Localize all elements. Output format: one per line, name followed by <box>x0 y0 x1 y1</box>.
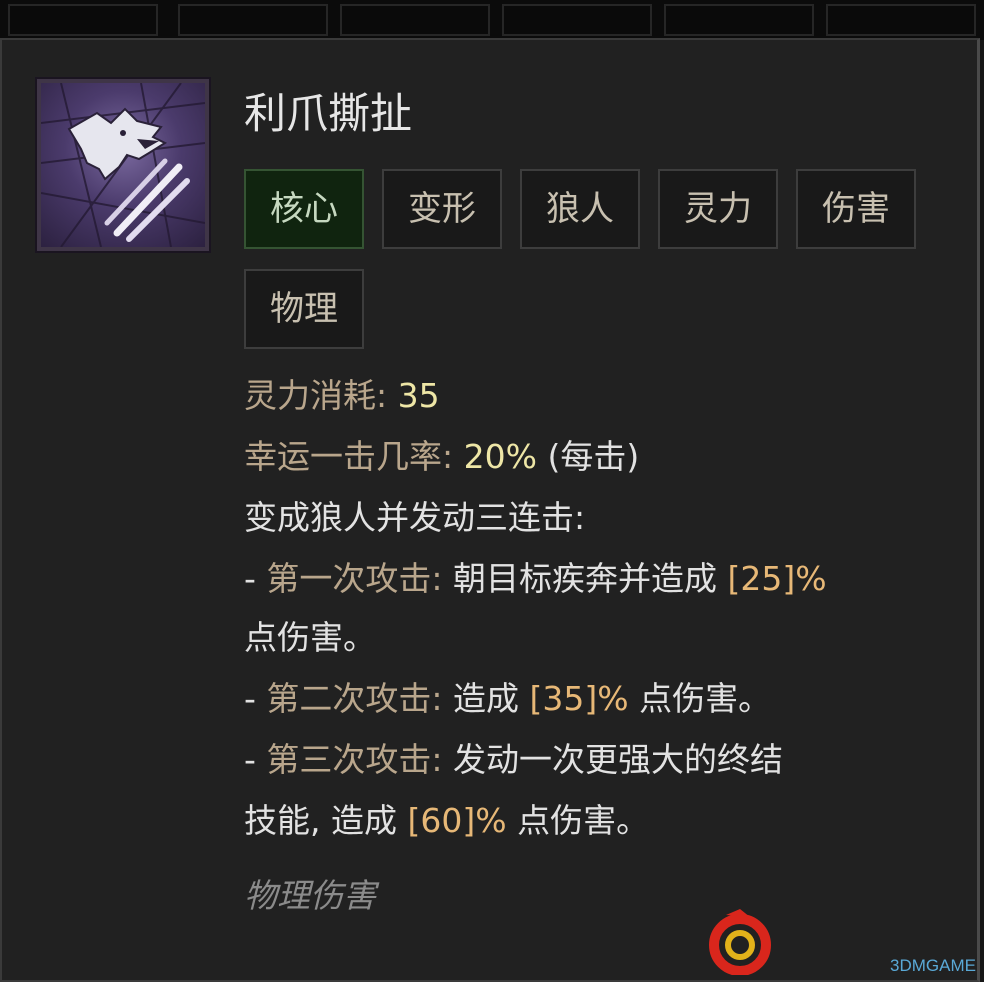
lucky-hit-label: 幸运一击几率: <box>244 437 454 476</box>
skill-slot[interactable] <box>664 4 814 36</box>
skill-title: 利爪撕扯 <box>244 89 413 138</box>
hit3-text2: 技能, 造成 <box>244 801 397 840</box>
hit3-line-2: 技能, 造成 [60]% 点伤害。 <box>244 795 649 847</box>
hit3-value: [60]% <box>407 801 507 840</box>
tag-spirit: 灵力 <box>658 169 778 249</box>
hit1-line: - 第一次攻击: 朝目标疾奔并造成 [25]% <box>244 553 827 605</box>
tag-werewolf: 狼人 <box>520 169 640 249</box>
werewolf-claw-icon-art <box>41 83 205 247</box>
watermark-logo-icon <box>709 909 771 975</box>
hit1-label: 第一次攻击: <box>266 559 443 598</box>
hit2-value: [35]% <box>529 679 629 718</box>
dash: - <box>244 740 256 779</box>
hit3-text: 发动一次更强大的终结 <box>453 740 784 779</box>
tag-core: 核心 <box>244 169 364 249</box>
hit1-text: 朝目标疾奔并造成 <box>453 559 718 598</box>
werewolf-claw-icon <box>35 77 211 253</box>
skill-slot[interactable] <box>178 4 328 36</box>
lucky-hit-line: 幸运一击几率: 20% (每击) <box>244 431 639 483</box>
hit3-tail: 点伤害。 <box>517 801 650 840</box>
hit3-line: - 第三次攻击: 发动一次更强大的终结 <box>244 734 783 786</box>
spirit-cost-value: 35 <box>397 376 440 415</box>
skill-slot[interactable] <box>8 4 158 36</box>
spirit-cost-label: 灵力消耗: <box>244 376 388 415</box>
tag-damage: 伤害 <box>796 169 916 249</box>
lucky-hit-value: 20% <box>463 437 537 476</box>
hit2-line: - 第二次攻击: 造成 [35]% 点伤害。 <box>244 673 771 725</box>
hit2-tail: 点伤害。 <box>639 679 772 718</box>
hit3-label: 第三次攻击: <box>266 740 443 779</box>
description-intro: 变成狼人并发动三连击: <box>244 498 586 537</box>
skill-slot[interactable] <box>826 4 976 36</box>
hit2-label: 第二次攻击: <box>266 679 443 718</box>
spirit-cost-line: 灵力消耗: 35 <box>244 370 440 422</box>
watermark-text: 3DMGAME <box>890 956 976 975</box>
lucky-hit-suffix: (每击) <box>547 437 640 476</box>
skill-slot[interactable] <box>502 4 652 36</box>
dash: - <box>244 679 256 718</box>
hit1-value: [25]% <box>727 559 827 598</box>
tag-physical: 物理 <box>244 269 364 349</box>
hit2-text: 造成 <box>453 679 520 718</box>
dash: - <box>244 559 256 598</box>
top-skill-bar <box>0 0 984 40</box>
tag-shapeshift: 变形 <box>382 169 502 249</box>
skill-slot[interactable] <box>340 4 490 36</box>
damage-type-footer: 物理伤害 <box>244 876 376 915</box>
hit1-tail: 点伤害。 <box>244 618 376 657</box>
